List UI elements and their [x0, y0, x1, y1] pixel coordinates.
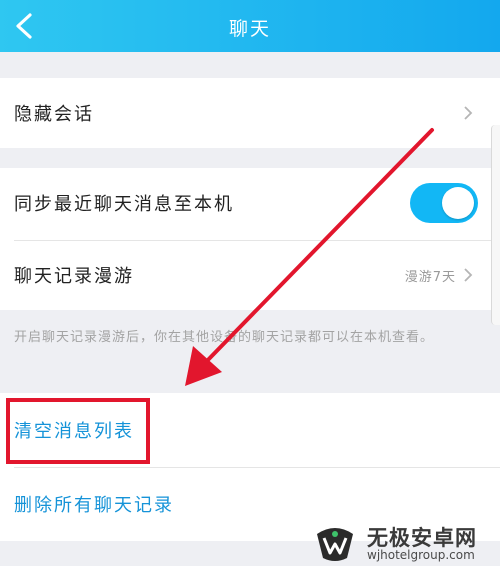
roaming-label: 聊天记录漫游: [14, 266, 134, 287]
sync-recent-row: 同步最近聊天消息至本机: [0, 168, 500, 238]
sync-recent-label: 同步最近聊天消息至本机: [14, 194, 234, 215]
page-title: 聊天: [228, 18, 271, 40]
delete-all-records-label: 删除所有聊天记录: [14, 495, 174, 516]
chevron-right-icon: [464, 106, 473, 120]
hidden-sessions-row[interactable]: 隐藏会话: [0, 78, 500, 148]
hidden-sessions-label: 隐藏会话: [14, 104, 94, 125]
settings-group-hidden: 隐藏会话: [0, 78, 500, 148]
chevron-right-icon: [464, 268, 473, 282]
settings-group-sync: 同步最近聊天消息至本机 聊天记录漫游 漫游7天: [0, 168, 500, 310]
title-bar: 聊天: [0, 0, 500, 52]
sync-recent-toggle[interactable]: [410, 183, 478, 223]
scrollbar[interactable]: [491, 125, 500, 325]
highlight-box: [6, 398, 150, 464]
toggle-knob: [442, 187, 474, 219]
roaming-value: 漫游7天: [404, 269, 456, 285]
watermark: 无极安卓网 wjhotelgroup.com: [305, 520, 500, 566]
roaming-row[interactable]: 聊天记录漫游 漫游7天: [0, 240, 500, 310]
watermark-logo-icon: [317, 528, 353, 561]
watermark-url: wjhotelgroup.com: [367, 548, 475, 562]
roaming-hint-text: 开启聊天记录漫游后，你在其他设备的聊天记录都可以在本机查看。: [14, 330, 435, 345]
